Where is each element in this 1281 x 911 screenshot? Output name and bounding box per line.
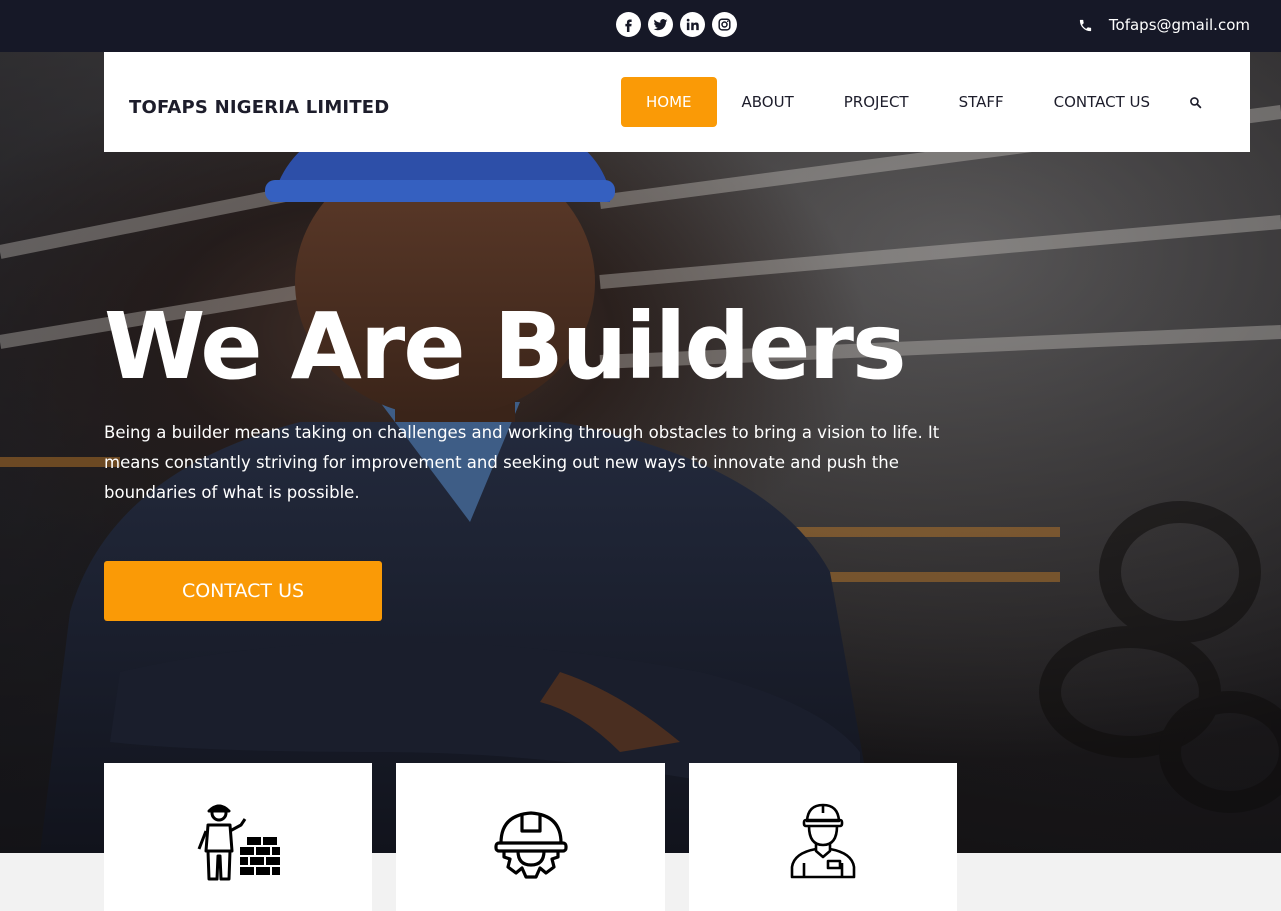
nav-about[interactable]: ABOUT [717,77,819,127]
facebook-icon[interactable] [616,12,641,37]
twitter-icon[interactable] [648,12,673,37]
contact-email[interactable]: Tofaps@gmail.com [1109,16,1250,34]
hero-description: Being a builder means taking on challeng… [104,423,940,502]
hero-contact-button[interactable]: CONTACT US [104,561,382,621]
hero-section: TOFAPS NIGERIA LIMITED HOME ABOUT PROJEC… [0,52,1281,853]
feature-card[interactable] [689,763,957,911]
social-links [616,12,737,37]
worker-icon [790,803,856,879]
feature-card[interactable] [396,763,665,911]
feature-cards [104,763,957,911]
brand-logo[interactable]: TOFAPS NIGERIA LIMITED [129,97,389,118]
nav-staff[interactable]: STAFF [934,77,1029,127]
nav-contact-us[interactable]: CONTACT US [1029,77,1175,127]
linkedin-icon[interactable] [680,12,705,37]
search-icon[interactable] [1175,77,1215,127]
hero-title: We Are Builders [104,293,907,400]
nav-menu: HOME ABOUT PROJECT STAFF CONTACT US [621,77,1215,127]
top-bar: Tofaps@gmail.com [0,0,1281,52]
helmet-gear-icon [493,811,568,879]
phone-icon [1078,18,1093,33]
instagram-icon[interactable] [712,12,737,37]
nav-project[interactable]: PROJECT [819,77,934,127]
bricklayer-icon [197,804,280,881]
topbar-contact: Tofaps@gmail.com [1078,16,1250,34]
feature-card[interactable] [104,763,372,911]
main-navbar: TOFAPS NIGERIA LIMITED HOME ABOUT PROJEC… [104,52,1250,152]
nav-home[interactable]: HOME [621,77,717,127]
